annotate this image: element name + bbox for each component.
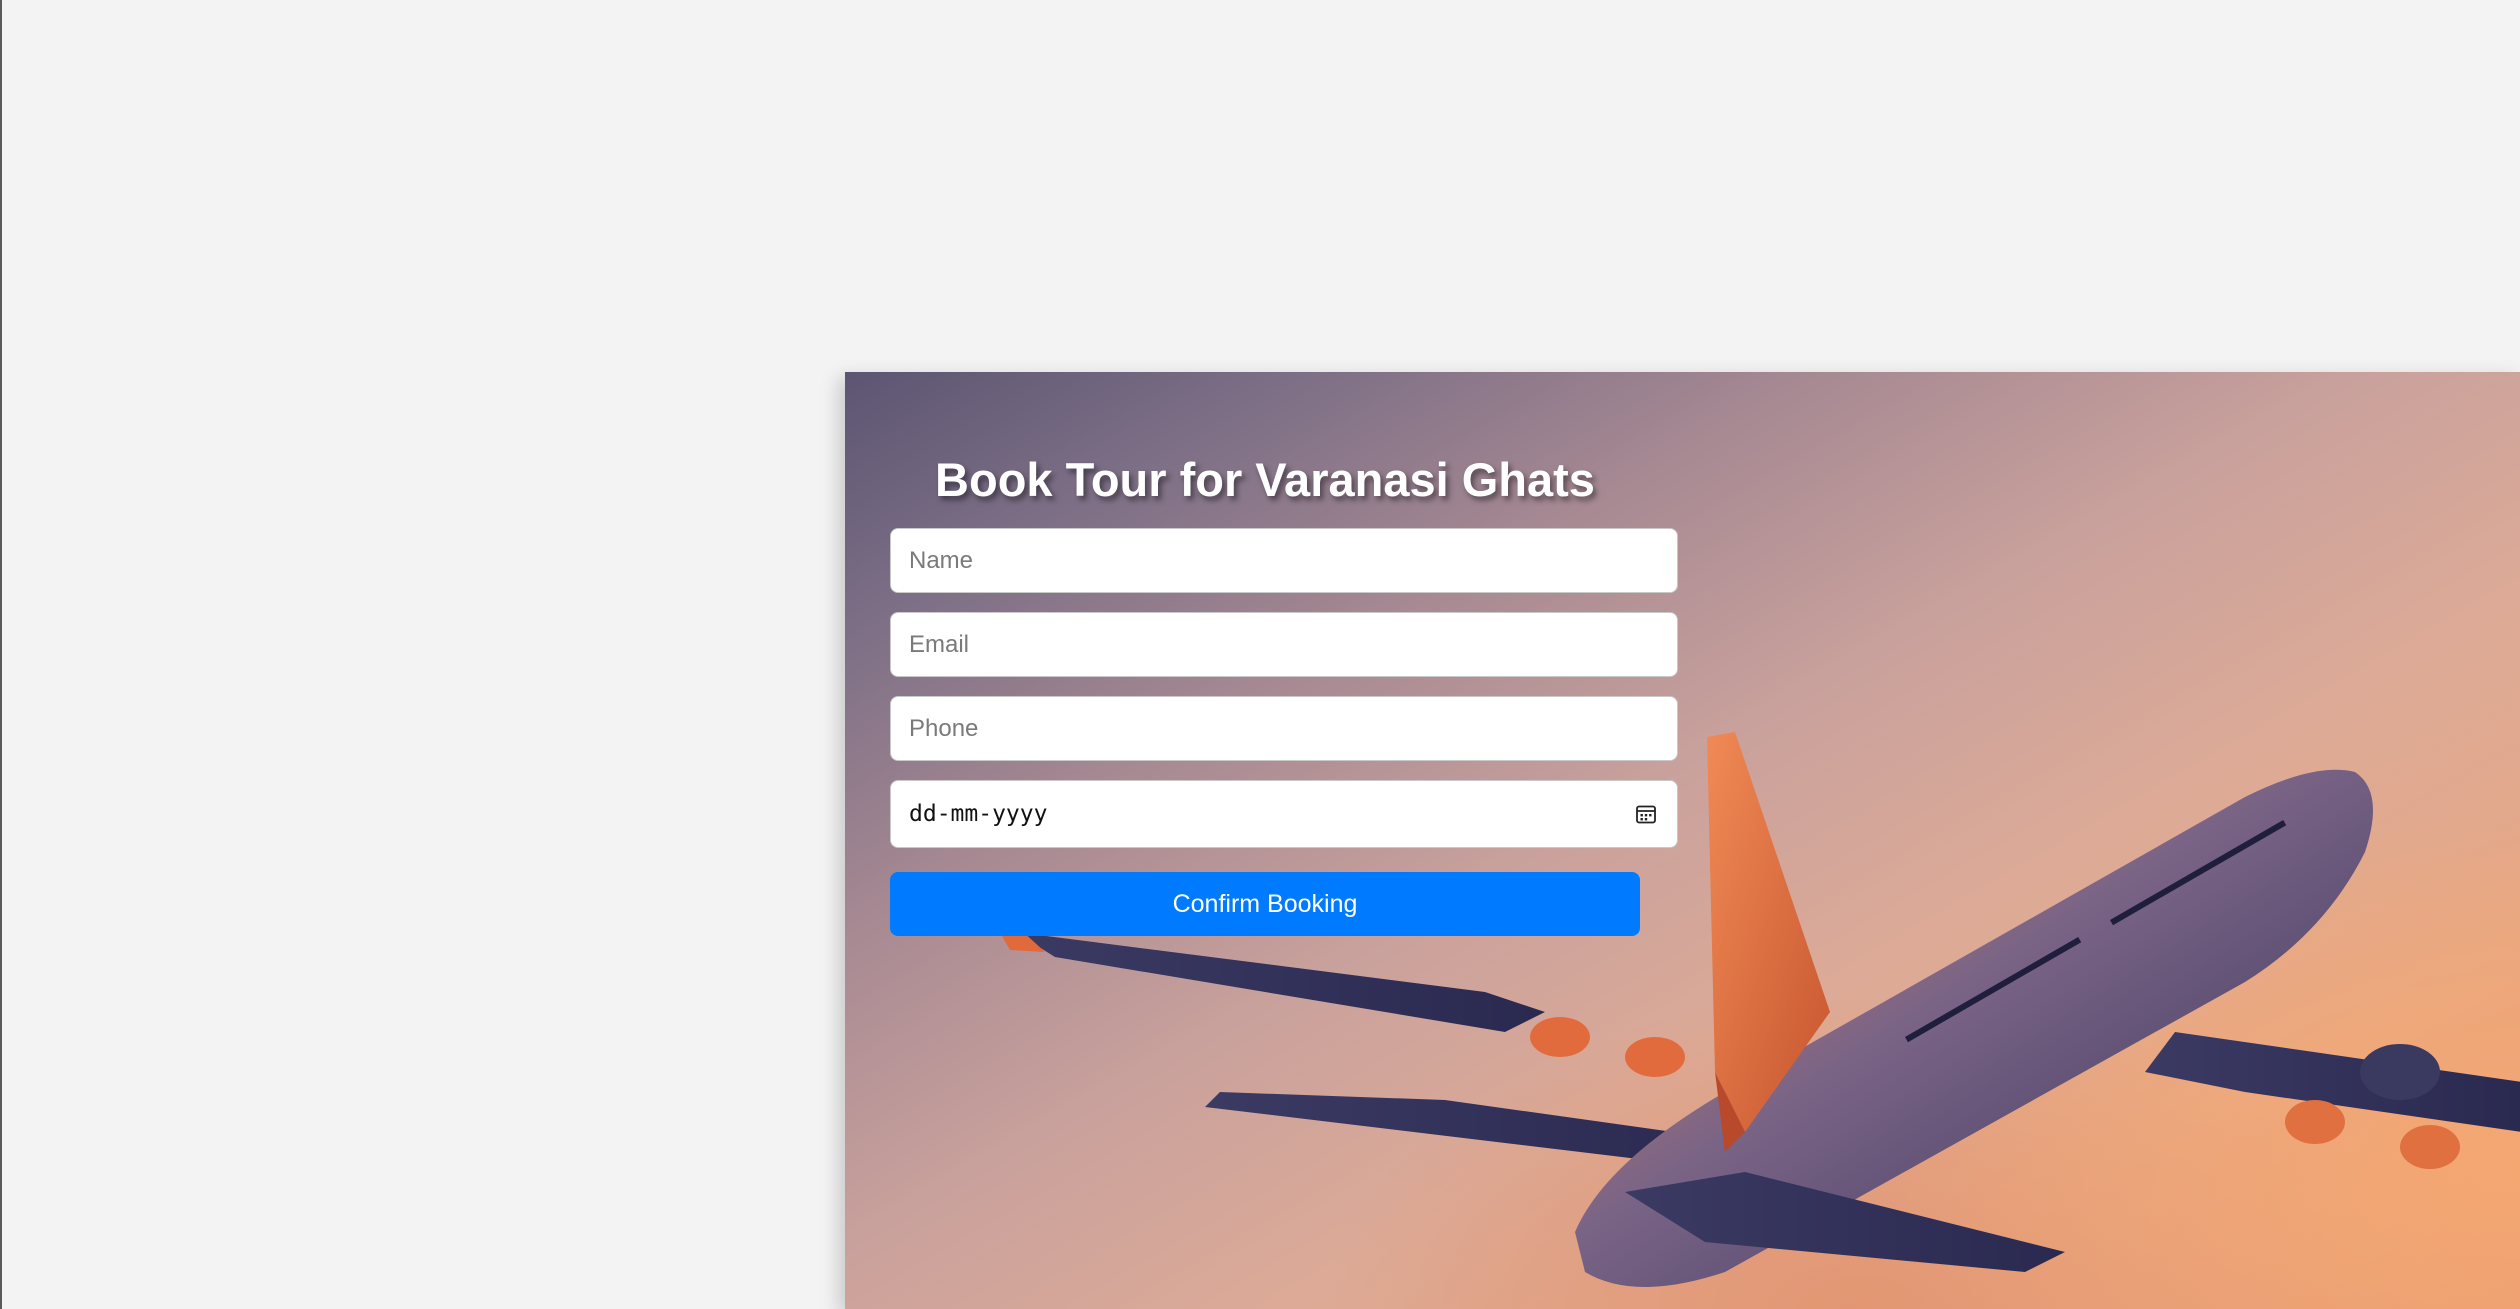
date-input-placeholder: dd-mm-yyyy	[909, 801, 1048, 827]
calendar-icon[interactable]	[1633, 801, 1659, 827]
name-input[interactable]	[890, 528, 1678, 593]
booking-form: Book Tour for Varanasi Ghats dd-mm-yyyy	[890, 452, 1680, 936]
email-input[interactable]	[890, 612, 1678, 677]
form-title: Book Tour for Varanasi Ghats	[935, 453, 1595, 506]
hero-background-image: Book Tour for Varanasi Ghats dd-mm-yyyy	[845, 372, 2520, 1309]
confirm-booking-button[interactable]: Confirm Booking	[890, 872, 1640, 936]
date-input[interactable]: dd-mm-yyyy	[890, 780, 1678, 848]
page: Book Tour for Varanasi Ghats dd-mm-yyyy	[0, 0, 2520, 1309]
phone-input[interactable]	[890, 696, 1678, 761]
